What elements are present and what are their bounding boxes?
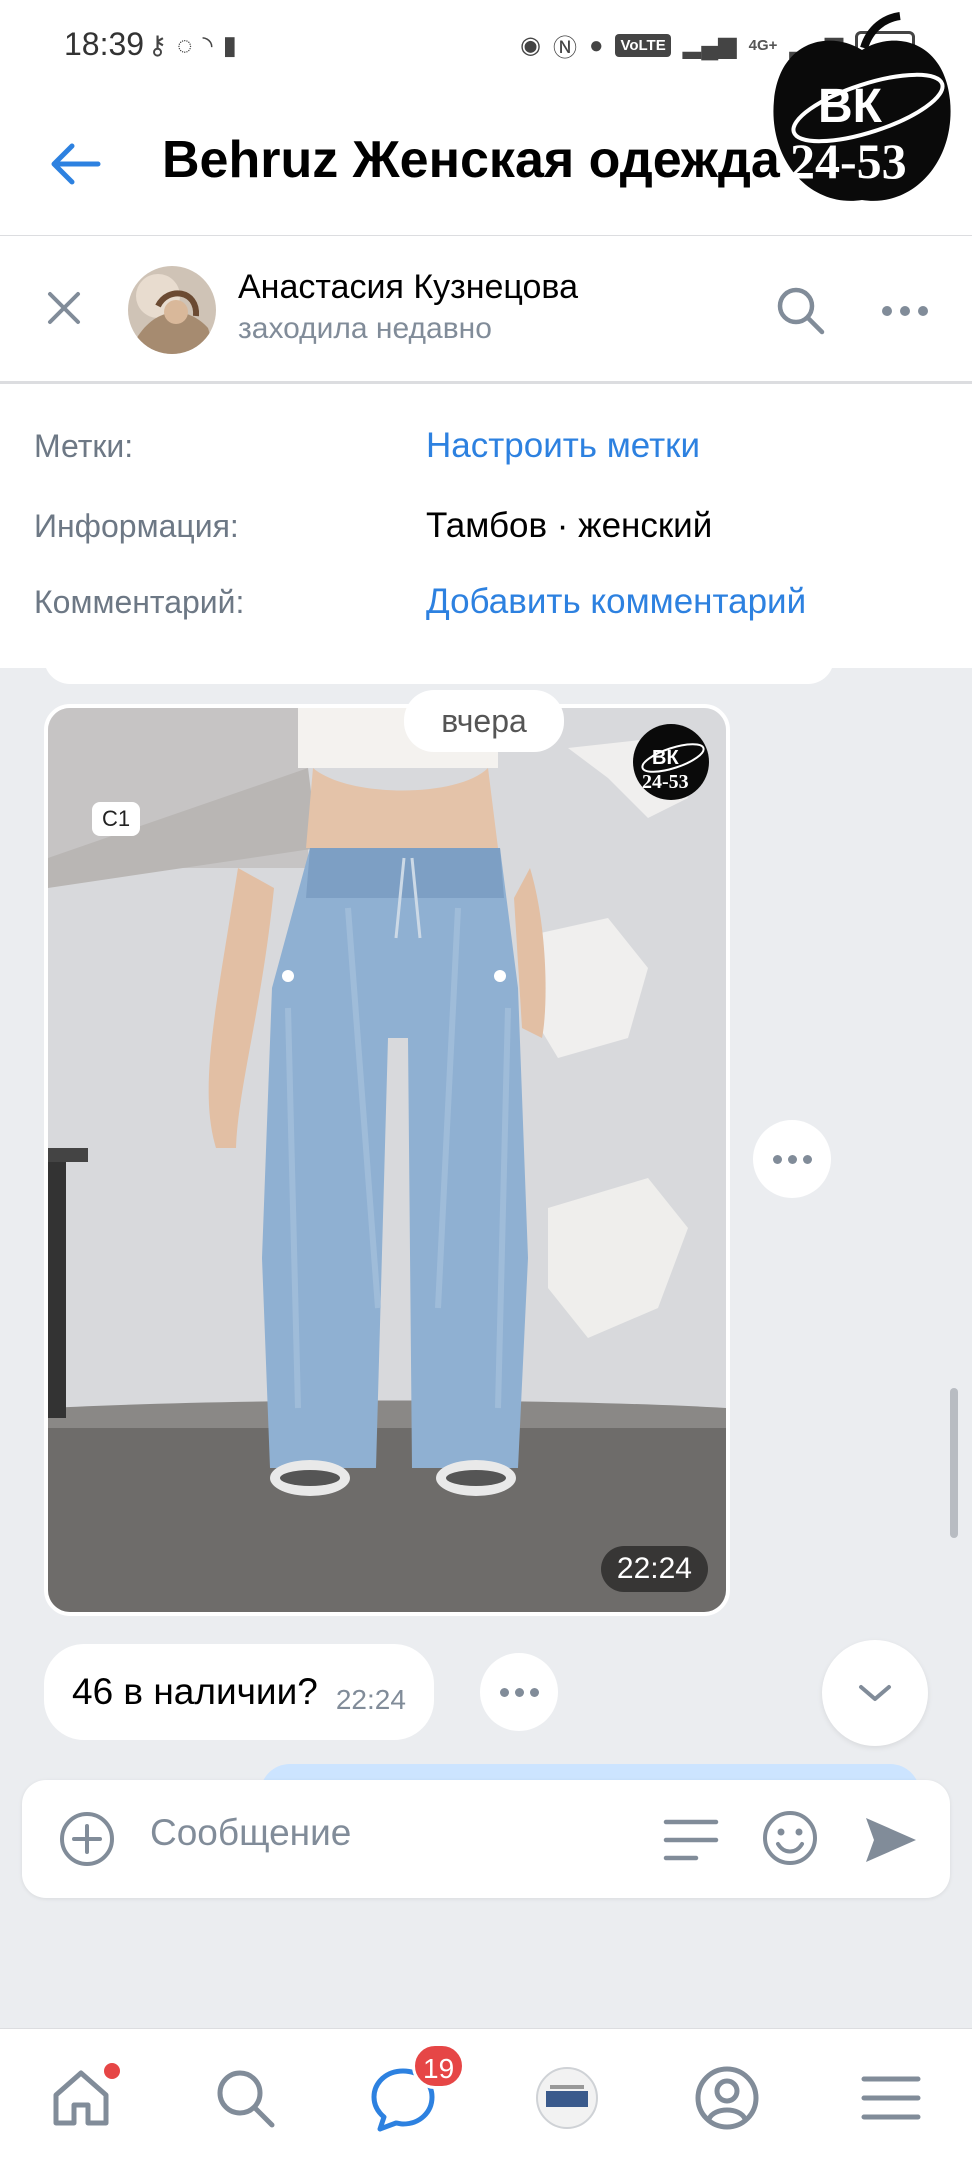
nav-search[interactable] <box>210 2063 280 2133</box>
photo-message[interactable]: C1 ВК 24-53 22:24 <box>44 704 730 1616</box>
contact-panel: Анастасия Кузнецова заходила недавно <box>0 236 972 384</box>
dot-icon <box>787 1154 797 1164</box>
svg-text:ВК: ВК <box>652 747 679 769</box>
svg-text:ВК: ВК <box>818 80 883 133</box>
text-message-actions-button[interactable] <box>480 1653 558 1731</box>
menu-icon <box>861 2076 921 2120</box>
message-text: 46 в наличии? <box>72 1671 318 1712</box>
message-timestamp: 22:24 <box>335 1684 406 1715</box>
emoji-icon[interactable] <box>760 1808 820 1868</box>
previous-message-bubble[interactable] <box>44 668 834 684</box>
search-icon[interactable] <box>772 282 828 338</box>
avatar[interactable] <box>128 266 216 354</box>
eye-icon: ◉ <box>520 32 541 59</box>
svg-text:24-53: 24-53 <box>642 771 689 793</box>
nav-messages[interactable]: 19 <box>368 2043 466 2133</box>
product-code-badge: C1 <box>92 802 141 836</box>
scrollbar[interactable] <box>950 1388 958 1538</box>
dot-icon <box>802 1154 812 1164</box>
message-composer: Сообщение <box>22 1780 950 1898</box>
messages-count-badge: 19 <box>412 2043 466 2089</box>
text-message-bubble[interactable]: 46 в наличии? 22:24 <box>44 1644 434 1740</box>
page-title[interactable]: Behruz Женская одежда <box>162 130 780 190</box>
jeans-photo <box>48 708 726 1612</box>
nfc-icon: Ⓝ <box>552 35 577 62</box>
dot-icon <box>772 1154 782 1164</box>
dot-icon <box>499 1687 509 1697</box>
photo-timestamp: 22:24 <box>600 1546 708 1592</box>
dot-icon <box>529 1687 539 1697</box>
photo-message-actions-button[interactable] <box>753 1120 831 1198</box>
watermark-logo: ВК 24-53 <box>773 12 951 201</box>
comment-row: Комментарий: Добавить комментарий <box>0 574 972 634</box>
dot-icon <box>514 1687 524 1697</box>
info-row: Информация: Тамбов · женский <box>0 498 972 558</box>
rss-icon: ◝ <box>202 30 213 60</box>
contact-info-panel: Метки: Настроить метки Информация: Тамбо… <box>0 384 972 668</box>
profile-icon <box>695 2066 759 2130</box>
back-arrow-icon[interactable] <box>48 136 104 192</box>
alert-icon: ▮ <box>222 30 237 60</box>
info-label: Информация: <box>34 508 239 544</box>
notification-dot <box>104 2063 120 2079</box>
tags-row: Метки: Настроить метки <box>0 418 972 478</box>
send-icon[interactable] <box>860 1810 920 1870</box>
signal-icon: ▂▄▆ <box>682 32 737 59</box>
bottom-navigation: 19 <box>0 2028 972 2160</box>
nav-home[interactable] <box>46 2063 120 2133</box>
message-input[interactable]: Сообщение <box>150 1812 351 1854</box>
add-attachment-icon[interactable] <box>58 1810 116 1868</box>
photo-watermark-logo: ВК 24-53 <box>633 724 709 800</box>
clock: 18:39 <box>64 26 145 62</box>
chevron-down-icon <box>859 1685 891 1701</box>
date-separator: вчера <box>404 690 564 752</box>
community-avatar-icon <box>536 2067 598 2129</box>
add-comment-link[interactable]: Добавить комментарий <box>426 582 806 622</box>
whatsapp-icon: ◌ <box>177 30 193 60</box>
more-icon[interactable] <box>880 296 930 326</box>
nav-community[interactable] <box>532 2063 602 2133</box>
nav-profile[interactable] <box>692 2063 762 2133</box>
contact-name[interactable]: Анастасия Кузнецова <box>238 268 578 307</box>
key-icon: ⚷ <box>148 30 168 60</box>
search-icon <box>217 2070 275 2128</box>
close-icon[interactable] <box>44 288 84 328</box>
scroll-to-bottom-button[interactable] <box>822 1640 928 1746</box>
volte-icon: VoLTE <box>615 34 671 57</box>
svg-text:24-53: 24-53 <box>790 133 907 189</box>
location-icon: ● <box>588 31 604 59</box>
info-value: Тамбов · женский <box>426 506 713 545</box>
nav-menu[interactable] <box>856 2063 926 2133</box>
contact-status: заходила недавно <box>238 312 492 345</box>
tags-label: Метки: <box>34 428 134 464</box>
configure-tags-link[interactable]: Настроить метки <box>426 426 700 466</box>
comment-label: Комментарий: <box>34 584 245 620</box>
templates-icon[interactable] <box>662 1816 720 1864</box>
